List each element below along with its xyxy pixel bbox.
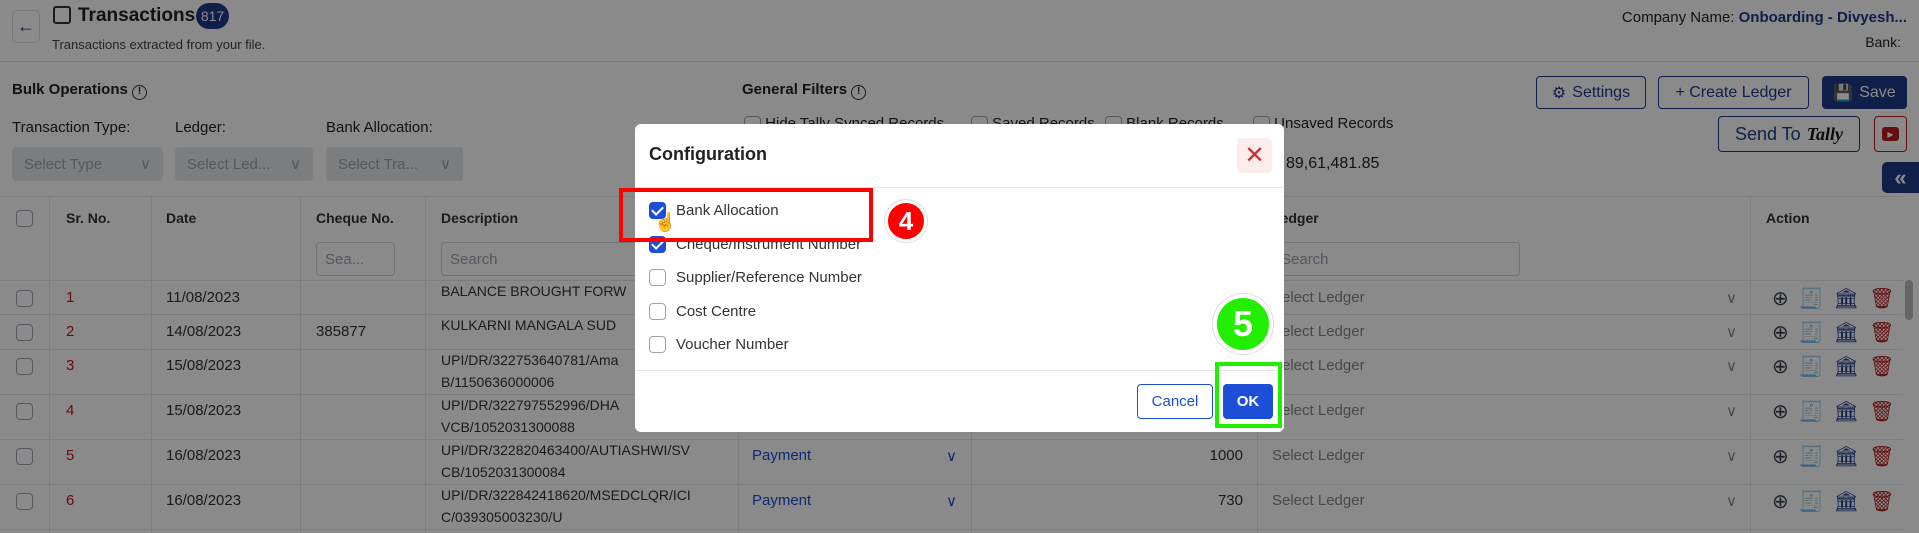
config-option[interactable]: Voucher Number	[649, 336, 789, 353]
cancel-button[interactable]: Cancel	[1137, 384, 1213, 419]
modal-title: Configuration	[649, 144, 767, 164]
config-option-label: Supplier/Reference Number	[676, 269, 862, 286]
config-option-label: Voucher Number	[676, 336, 789, 353]
config-checkbox[interactable]	[649, 302, 666, 320]
config-option[interactable]: Cost Centre	[649, 302, 757, 320]
step-5-badge: 5	[1213, 294, 1273, 354]
close-icon: ✕	[1244, 142, 1265, 169]
config-option[interactable]: Supplier/Reference Number	[649, 269, 862, 286]
step-4-badge: 4	[885, 200, 927, 242]
config-checkbox[interactable]	[649, 269, 666, 286]
modal-footer-divider	[635, 370, 1284, 371]
config-checkbox[interactable]	[649, 336, 666, 353]
pointer-cursor-icon: ☝	[654, 212, 677, 232]
close-button[interactable]: ✕	[1237, 138, 1272, 173]
config-option-label: Cost Centre	[676, 302, 757, 320]
highlight-box-step5	[1215, 362, 1282, 428]
configuration-modal: Configuration ✕ Bank Allocation Cheque/In…	[635, 124, 1284, 432]
